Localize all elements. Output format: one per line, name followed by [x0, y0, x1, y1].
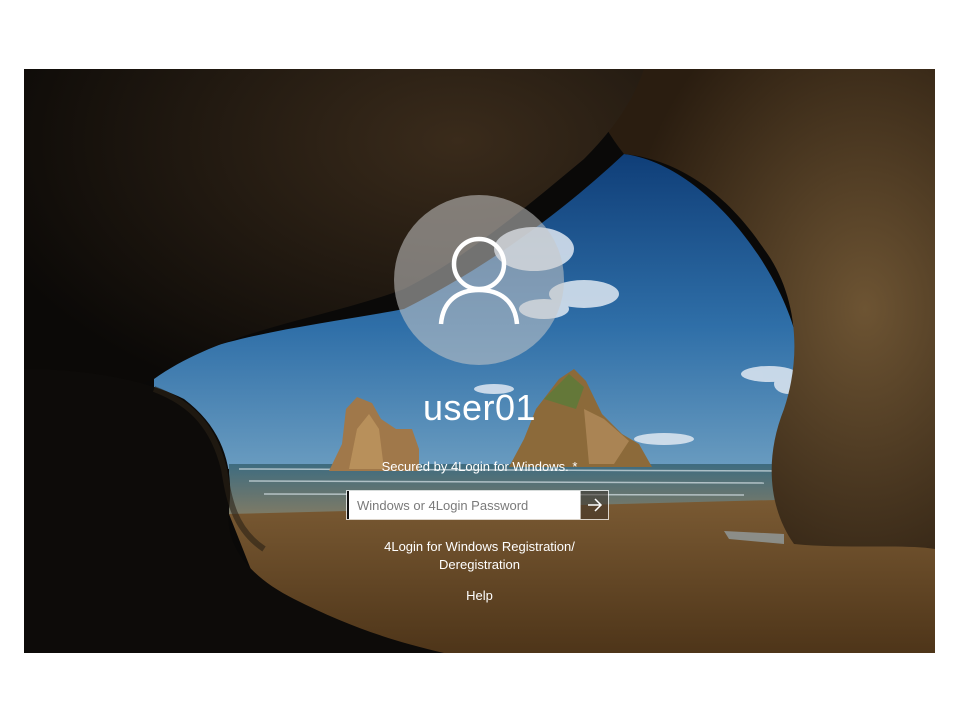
user-icon [438, 236, 520, 325]
password-box [346, 490, 609, 520]
user-avatar [394, 195, 564, 365]
password-input[interactable] [347, 491, 580, 519]
lock-screen: user01 Secured by 4Login for Windows. * … [24, 69, 935, 653]
secured-by-notice: Secured by 4Login for Windows. * [381, 459, 578, 474]
registration-link-line2: Deregistration [439, 557, 520, 572]
username-label: user01 [422, 387, 537, 428]
help-link[interactable]: Help [24, 587, 935, 605]
registration-link-line1: 4Login for Windows Registration/ [384, 539, 575, 554]
registration-link[interactable]: 4Login for Windows Registration/ Deregis… [24, 538, 935, 574]
arrow-right-icon [587, 498, 602, 512]
submit-button[interactable] [580, 491, 608, 519]
